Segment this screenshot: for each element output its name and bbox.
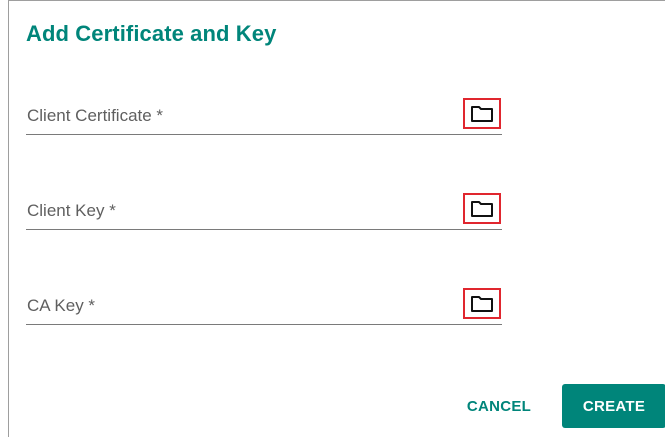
client-certificate-label: Client Certificate * — [27, 106, 164, 125]
folder-icon — [471, 295, 493, 312]
ca-key-field[interactable]: CA Key * — [26, 285, 502, 325]
dialog-title: Add Certificate and Key — [26, 21, 277, 46]
add-certificate-dialog: Add Certificate and Key Client Certifica… — [8, 0, 665, 437]
ca-key-label: CA Key * — [27, 296, 96, 315]
client-certificate-browse-button[interactable] — [463, 98, 501, 129]
create-button[interactable]: CREATE — [562, 384, 665, 428]
folder-icon — [471, 200, 493, 217]
client-key-field[interactable]: Client Key * — [26, 190, 502, 230]
client-key-browse-button[interactable] — [463, 193, 501, 224]
client-certificate-field[interactable]: Client Certificate * — [26, 95, 502, 135]
ca-key-browse-button[interactable] — [463, 288, 501, 319]
cancel-button[interactable]: CANCEL — [454, 384, 544, 428]
client-key-label: Client Key * — [27, 201, 116, 220]
folder-icon — [471, 105, 493, 122]
